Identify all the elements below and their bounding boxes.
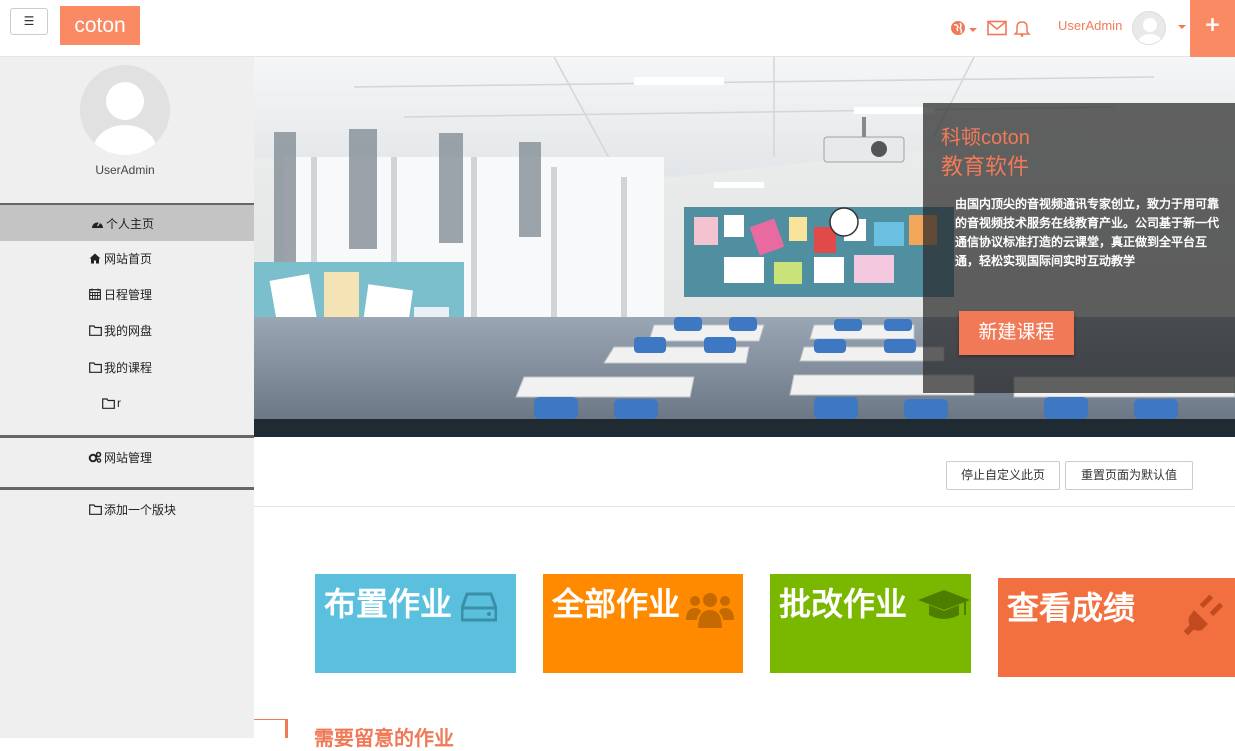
sidebar-item-personal-home[interactable]: 个人主页 bbox=[0, 205, 254, 241]
hdd-icon bbox=[460, 592, 498, 627]
bell-icon[interactable] bbox=[1013, 19, 1031, 37]
banner-subtitle: 教育软件 bbox=[941, 154, 1030, 179]
home-icon bbox=[88, 253, 102, 264]
tile-all-homework[interactable]: 全部作业 bbox=[543, 574, 743, 673]
new-course-button[interactable]: 新建课程 bbox=[959, 311, 1074, 355]
globe-icon[interactable] bbox=[950, 20, 977, 36]
sidebar-item-add-block[interactable]: 添加一个版块 bbox=[0, 491, 254, 527]
dashboard-icon bbox=[90, 218, 104, 229]
envelope-icon[interactable] bbox=[987, 20, 1007, 36]
user-name-link[interactable]: UserAdmin bbox=[1058, 18, 1122, 33]
sidebar-toggle-button[interactable]: ☰ bbox=[10, 8, 48, 35]
plug-icon bbox=[1182, 590, 1228, 641]
sidebar-divider bbox=[0, 487, 254, 490]
stop-customize-button[interactable]: 停止自定义此页 bbox=[946, 461, 1060, 490]
cogs-icon bbox=[88, 451, 102, 463]
brand-logo[interactable]: coton bbox=[60, 6, 140, 45]
user-avatar[interactable] bbox=[1132, 11, 1166, 45]
folder-icon bbox=[88, 361, 102, 373]
user-menu-chevron-icon[interactable] bbox=[1178, 25, 1186, 29]
sidebar-divider bbox=[0, 435, 254, 438]
chevron-down-icon bbox=[969, 28, 977, 32]
sidebar-item-course-r[interactable]: r bbox=[0, 385, 254, 421]
sidebar-item-label: 日程管理 bbox=[104, 287, 153, 302]
graduation-cap-icon bbox=[916, 586, 972, 631]
profile-username: UserAdmin bbox=[95, 163, 155, 177]
folder-icon bbox=[88, 324, 102, 336]
banner-description: 由国内顶尖的音视频通讯专家创立，致力于用可靠的音视频技术服务在线教育产业。公司基… bbox=[955, 197, 1220, 268]
calendar-icon bbox=[88, 288, 102, 300]
sidebar-item-label: 我的课程 bbox=[104, 360, 153, 375]
users-icon bbox=[686, 588, 734, 635]
banner-bottom-strip bbox=[254, 419, 1235, 437]
tile-assign-homework[interactable]: 布置作业 bbox=[315, 574, 516, 673]
sidebar-item-label: 我的网盘 bbox=[104, 323, 153, 338]
sidebar-item-my-courses[interactable]: 我的课程 bbox=[0, 349, 254, 385]
banner-overlay-panel: 科顿coton 教育软件 由国内顶尖的音视频通讯专家创立，致力于用可靠的音视频技… bbox=[923, 103, 1235, 393]
sidebar-item-schedule[interactable]: 日程管理 bbox=[0, 276, 254, 312]
sidebar: UserAdmin 个人主页 网站首页 日程管理 我的网盘 我的课程 r 网站管… bbox=[0, 57, 254, 738]
hero-banner: 科顿coton 教育软件 由国内顶尖的音视频通讯专家创立，致力于用可靠的音视频技… bbox=[254, 57, 1235, 419]
banner-title: 科顿coton bbox=[941, 127, 1030, 149]
sidebar-item-label: 个人主页 bbox=[106, 216, 155, 231]
profile-avatar[interactable] bbox=[80, 65, 170, 155]
tile-label: 查看成绩 bbox=[1007, 590, 1136, 626]
sidebar-item-cloud-drive[interactable]: 我的网盘 bbox=[0, 312, 254, 348]
add-button[interactable]: + bbox=[1190, 0, 1235, 57]
section-title: 需要留意的作业 bbox=[314, 728, 454, 750]
sidebar-item-label: 网站首页 bbox=[104, 251, 153, 266]
tile-label: 全部作业 bbox=[552, 586, 681, 622]
sidebar-item-site-admin[interactable]: 网站管理 bbox=[0, 439, 254, 475]
top-navbar: ☰ coton UserAdmin + bbox=[0, 0, 1235, 57]
navbar-icons bbox=[950, 16, 1037, 40]
tile-view-grades[interactable]: 查看成绩 bbox=[998, 578, 1235, 677]
sidebar-item-site-home[interactable]: 网站首页 bbox=[0, 240, 254, 276]
sidebar-item-label: r bbox=[117, 396, 121, 410]
section-marker bbox=[254, 719, 288, 738]
sidebar-item-label: 添加一个版块 bbox=[104, 502, 177, 517]
tile-grade-homework[interactable]: 批改作业 bbox=[770, 574, 971, 673]
tile-label: 布置作业 bbox=[324, 586, 453, 622]
sidebar-item-label: 网站管理 bbox=[104, 450, 153, 465]
reset-default-button[interactable]: 重置页面为默认值 bbox=[1065, 461, 1193, 490]
folder-icon bbox=[88, 503, 102, 515]
section-divider bbox=[254, 506, 1235, 507]
tile-label: 批改作业 bbox=[779, 586, 908, 622]
folder-icon bbox=[101, 397, 115, 409]
